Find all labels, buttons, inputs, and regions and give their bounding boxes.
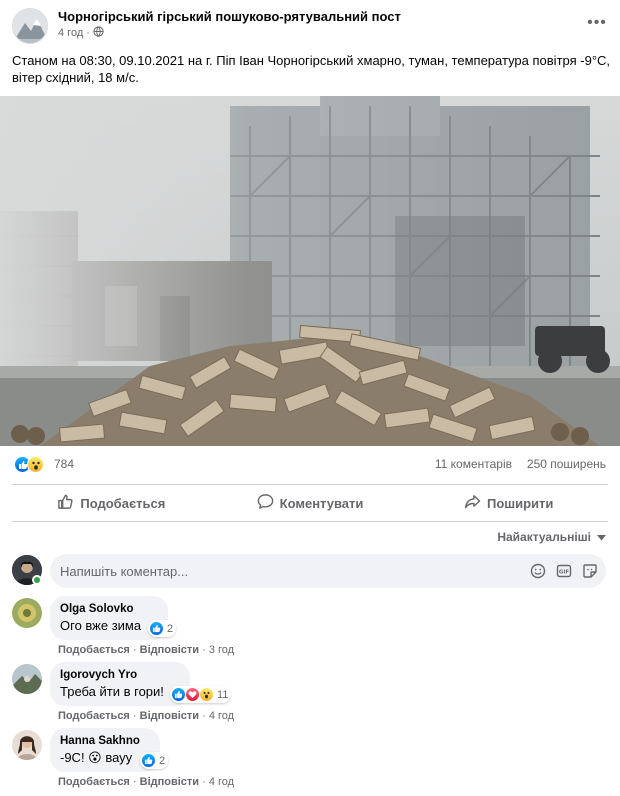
post-time[interactable]: 4 год <box>58 27 83 39</box>
comment-input[interactable] <box>50 554 606 588</box>
share-icon <box>464 493 481 513</box>
commenter-avatar[interactable] <box>12 730 42 760</box>
comment-item: Igorovych Yro Треба йти в гори! 11 Подоб… <box>12 662 608 724</box>
comment-bubble: Igorovych Yro Треба йти в гори! <box>50 662 190 706</box>
reactions-count[interactable]: 784 <box>54 457 74 471</box>
comment-actions: Подобається · Відповісти · 4 год <box>58 710 235 722</box>
comment-reactions[interactable]: 11 <box>170 686 232 703</box>
comment-like-button[interactable]: Подобається <box>58 710 130 722</box>
comment-text: Треба йти в гори! <box>60 684 164 699</box>
comment-author[interactable]: Olga Solovko <box>60 602 158 617</box>
comment-actions: Подобається · Відповісти · 3 год <box>58 644 235 656</box>
shares-count[interactable]: 250 поширень <box>527 457 606 471</box>
page-avatar[interactable] <box>12 8 48 44</box>
foggy-mountain-photo <box>0 96 620 446</box>
post-photo[interactable] <box>0 96 620 446</box>
comment-text: -9С! 😮 вауу <box>60 750 133 765</box>
commenter-avatar[interactable] <box>12 664 42 694</box>
comment-reaction-count: 2 <box>167 622 174 635</box>
page-name-link[interactable]: Чорногірський гірський пошуково-рятуваль… <box>58 9 401 24</box>
comment-reply-button[interactable]: Відповісти <box>140 644 199 656</box>
reactions-summary: 784 11 коментарів 250 поширень <box>14 456 606 474</box>
comment-sort-dropdown[interactable]: Найактуальніші <box>497 530 606 544</box>
wow-icon <box>27 456 44 473</box>
comment-icon <box>257 493 274 513</box>
reaction-icons[interactable] <box>14 456 44 473</box>
like-icon <box>171 687 186 702</box>
comment-author[interactable]: Hanna Sakhno <box>60 734 150 749</box>
share-button-label: Поширити <box>486 495 554 511</box>
comment-button[interactable]: Коментувати <box>211 485 410 521</box>
comment-reaction-count: 11 <box>217 688 229 701</box>
wow-icon <box>199 687 214 702</box>
comment-reactions[interactable]: 2 <box>148 620 177 637</box>
globe-icon <box>93 26 104 40</box>
like-icon <box>141 753 156 768</box>
comment-item: Hanna Sakhno -9С! 😮 вауу 2 Подобається ·… <box>12 728 608 790</box>
post-header: Чорногірський гірський пошуково-рятуваль… <box>12 8 608 44</box>
caret-down-icon <box>597 530 606 544</box>
like-icon <box>149 621 164 636</box>
gif-icon[interactable]: GIF <box>556 563 572 579</box>
comment-reply-button[interactable]: Відповісти <box>140 710 199 722</box>
online-status-badge <box>32 575 42 585</box>
comment-composer: GIF <box>12 554 608 588</box>
commenter-avatar[interactable] <box>12 598 42 628</box>
emoji-icon[interactable] <box>530 563 546 579</box>
post-text: Станом на 08:30, 09.10.2021 на г. Піп Ів… <box>12 53 611 85</box>
composer-tools: GIF <box>530 563 598 579</box>
thumbs-up-icon <box>57 493 74 513</box>
comment-time[interactable]: 4 год <box>209 776 234 788</box>
post-actions: Подобається Коментувати Поширити <box>12 484 608 522</box>
comment-time[interactable]: 4 год <box>209 710 234 722</box>
post-meta: 4 год · <box>58 26 104 40</box>
sticker-icon[interactable] <box>582 563 598 579</box>
like-button-label: Подобається <box>80 495 166 511</box>
svg-text:GIF: GIF <box>559 570 570 576</box>
comment-text: Ого вже зима <box>60 618 142 633</box>
comment-like-button[interactable]: Подобається <box>58 776 130 788</box>
comment-reply-button[interactable]: Відповісти <box>140 776 199 788</box>
like-button[interactable]: Подобається <box>12 485 211 521</box>
comment-reaction-count: 2 <box>159 754 166 767</box>
comment-time[interactable]: 3 год <box>209 644 234 656</box>
comment-item: Olga Solovko Ого вже зима 2 Подобається … <box>12 596 608 658</box>
comment-author[interactable]: Igorovych Yro <box>60 668 180 683</box>
more-options-icon[interactable]: ••• <box>586 12 608 34</box>
comment-reactions[interactable]: 2 <box>140 752 169 769</box>
comment-like-button[interactable]: Подобається <box>58 644 130 656</box>
comment-actions: Подобається · Відповісти · 4 год <box>58 776 235 788</box>
love-icon <box>185 687 200 702</box>
comment-button-label: Коментувати <box>279 495 364 511</box>
comments-count[interactable]: 11 коментарів <box>435 457 512 471</box>
share-button[interactable]: Поширити <box>409 485 608 521</box>
sort-label: Найактуальніші <box>497 530 591 544</box>
